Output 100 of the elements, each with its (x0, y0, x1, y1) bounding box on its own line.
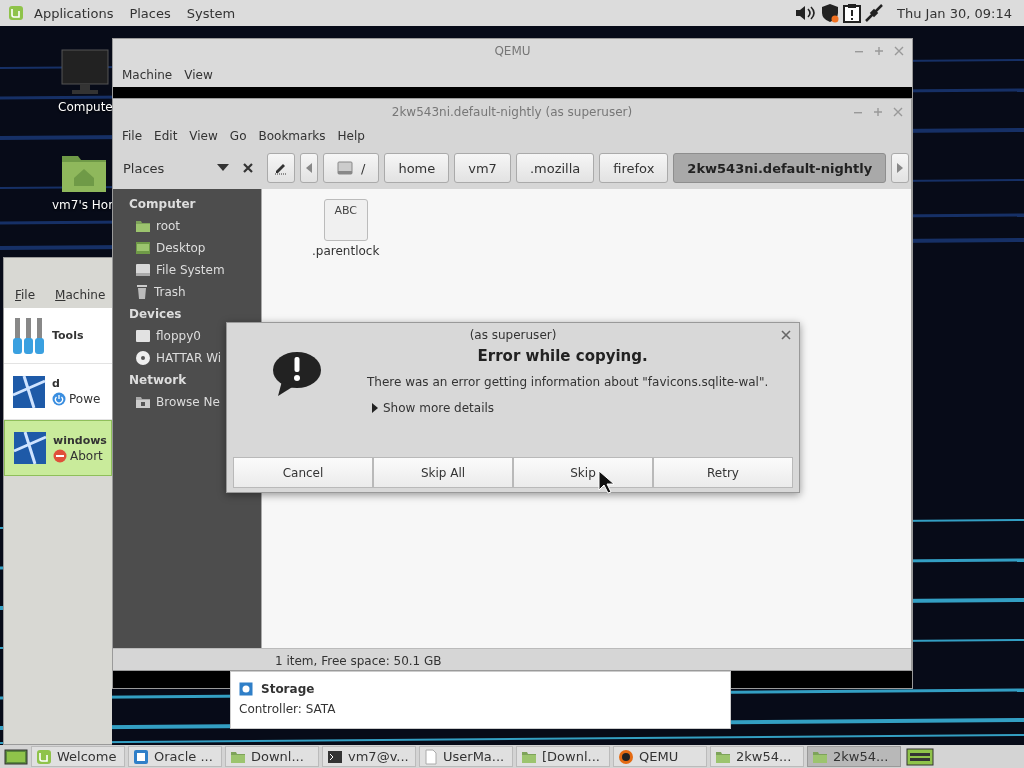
folder-icon (135, 219, 151, 233)
dropdown-icon[interactable] (217, 164, 229, 172)
dialog-button[interactable]: Retry (653, 457, 793, 488)
taskbar-button[interactable]: UserMa... (419, 746, 513, 767)
panel-menu[interactable]: Applications (28, 5, 120, 21)
dialog-button[interactable]: Skip (513, 457, 653, 488)
text-file-icon[interactable]: ABC (323, 199, 368, 241)
close-icon[interactable] (781, 330, 791, 340)
path-button[interactable]: / (323, 153, 380, 183)
mint-logo-icon (8, 5, 24, 21)
menu-item[interactable]: Bookmarks (253, 129, 331, 143)
desktop-icon-label[interactable]: Compute (58, 100, 113, 114)
dialog-message: There was an error getting information about "favicons.sqlite-wal". (367, 375, 769, 389)
sidebar-item[interactable]: Trash (154, 285, 186, 299)
window-title: QEMU (494, 44, 531, 58)
storage-icon (239, 682, 253, 696)
menu-item[interactable]: Edit (149, 129, 183, 143)
menu-item[interactable]: View (184, 129, 223, 143)
workspace-switcher-icon[interactable] (906, 746, 934, 767)
clock[interactable]: Thu Jan 30, 09:14 (897, 5, 1012, 21)
machine-list-item[interactable]: windows Abort (4, 420, 112, 476)
dialog-button[interactable]: Skip All (373, 457, 513, 488)
sidebar-item[interactable]: HATTAR Wi (156, 351, 222, 365)
taskbar-button[interactable]: Welcome (31, 746, 125, 767)
pencil-icon (274, 161, 288, 175)
tools-icon (12, 315, 46, 356)
sidebar-item[interactable]: floppy0 (156, 329, 201, 343)
drive-icon (337, 161, 353, 175)
menu-item[interactable]: Go (224, 129, 252, 143)
sidebar-item[interactable]: root (156, 219, 181, 233)
sidebar-heading: Devices (129, 306, 183, 323)
menu-item[interactable]: Help (332, 129, 370, 143)
scroll-right-button[interactable] (891, 153, 910, 183)
terminal-icon (327, 748, 343, 765)
disc-icon (135, 350, 151, 366)
left-arrow-icon (306, 163, 312, 173)
folder-icon (715, 749, 731, 764)
folder-icon (812, 749, 828, 764)
path-button[interactable]: home (384, 153, 450, 183)
mouse-pointer-icon (598, 470, 614, 494)
floppy-icon (135, 329, 151, 343)
path-button[interactable]: vm7 (454, 153, 511, 183)
file-name[interactable]: .parentlock (312, 244, 380, 258)
edit-path-button[interactable] (267, 153, 295, 183)
taskbar-button[interactable]: QEMU (613, 746, 707, 767)
close-icon[interactable] (243, 163, 253, 173)
details-expander[interactable]: Show more details (367, 401, 499, 415)
detail-text: Controller: SATA (239, 702, 337, 716)
sidebar-item[interactable]: Desktop (156, 241, 206, 255)
taskbar-button[interactable]: Downl... (225, 746, 319, 767)
right-arrow-icon (897, 163, 904, 173)
show-desktop-icon[interactable] (4, 746, 28, 767)
volume-icon[interactable] (795, 4, 817, 22)
os-badge-icon (13, 431, 47, 465)
taskbar-button[interactable]: vm7@v... (322, 746, 416, 767)
taskbar-button[interactable]: [Downl... (516, 746, 610, 767)
machine-list-item[interactable]: Tools (4, 308, 112, 364)
menu-item[interactable]: Machine (117, 68, 178, 82)
power-icon (52, 392, 66, 406)
dialog-button[interactable]: Cancel (233, 457, 373, 488)
section-heading: Storage (261, 682, 315, 696)
qemu-icon (618, 748, 634, 765)
os-badge-icon (12, 374, 46, 409)
taskbar-button[interactable]: 2kw54... (807, 746, 901, 767)
collapsed-triangle-icon (371, 403, 379, 413)
sidebar-item[interactable]: Browse Ne (156, 395, 220, 409)
path-button[interactable]: 2kw543ni.default-nightly (673, 153, 887, 183)
virtualbox-icon (133, 748, 149, 765)
dialog-title: (as superuser) (469, 328, 557, 342)
network-icon[interactable] (864, 3, 884, 23)
panel-menu[interactable]: System (180, 5, 242, 21)
drive-icon (135, 263, 151, 277)
sidebar-heading: Network (129, 372, 188, 389)
scroll-left-button[interactable] (300, 153, 318, 183)
machine-name: d (52, 377, 61, 390)
menu-item[interactable]: File (117, 129, 148, 143)
clipboard-alert-icon[interactable] (843, 3, 861, 23)
desktop-icon-label[interactable]: vm7's Hor (52, 198, 114, 212)
panel-menu[interactable]: Places (123, 5, 177, 21)
path-button[interactable]: firefox (599, 153, 669, 183)
document-icon (424, 748, 438, 765)
shield-icon[interactable] (820, 3, 840, 23)
machine-list-item[interactable]: d Powe (4, 364, 112, 420)
path-button[interactable]: .mozilla (515, 153, 595, 183)
folder-icon (521, 749, 537, 764)
machine-status: Abort (70, 448, 103, 463)
window-title: 2kw543ni.default-nightly (as superuser) (391, 105, 633, 119)
machine-name: Tools (52, 329, 84, 342)
menu-item[interactable]: File (10, 288, 41, 302)
network-folder-icon (135, 395, 151, 409)
menu-item[interactable]: View (179, 68, 218, 82)
taskbar-button[interactable]: 2kw54... (710, 746, 804, 767)
mint-logo-icon (36, 748, 52, 765)
trash-icon (135, 284, 149, 300)
alert-bubble-icon (272, 351, 322, 397)
menu-item[interactable]: Machine (50, 288, 111, 302)
taskbar-button[interactable]: Oracle ... (128, 746, 222, 767)
sidebar-item[interactable]: File System (156, 263, 225, 277)
stop-icon (53, 448, 67, 463)
dialog-heading: Error while copying. (477, 347, 648, 365)
